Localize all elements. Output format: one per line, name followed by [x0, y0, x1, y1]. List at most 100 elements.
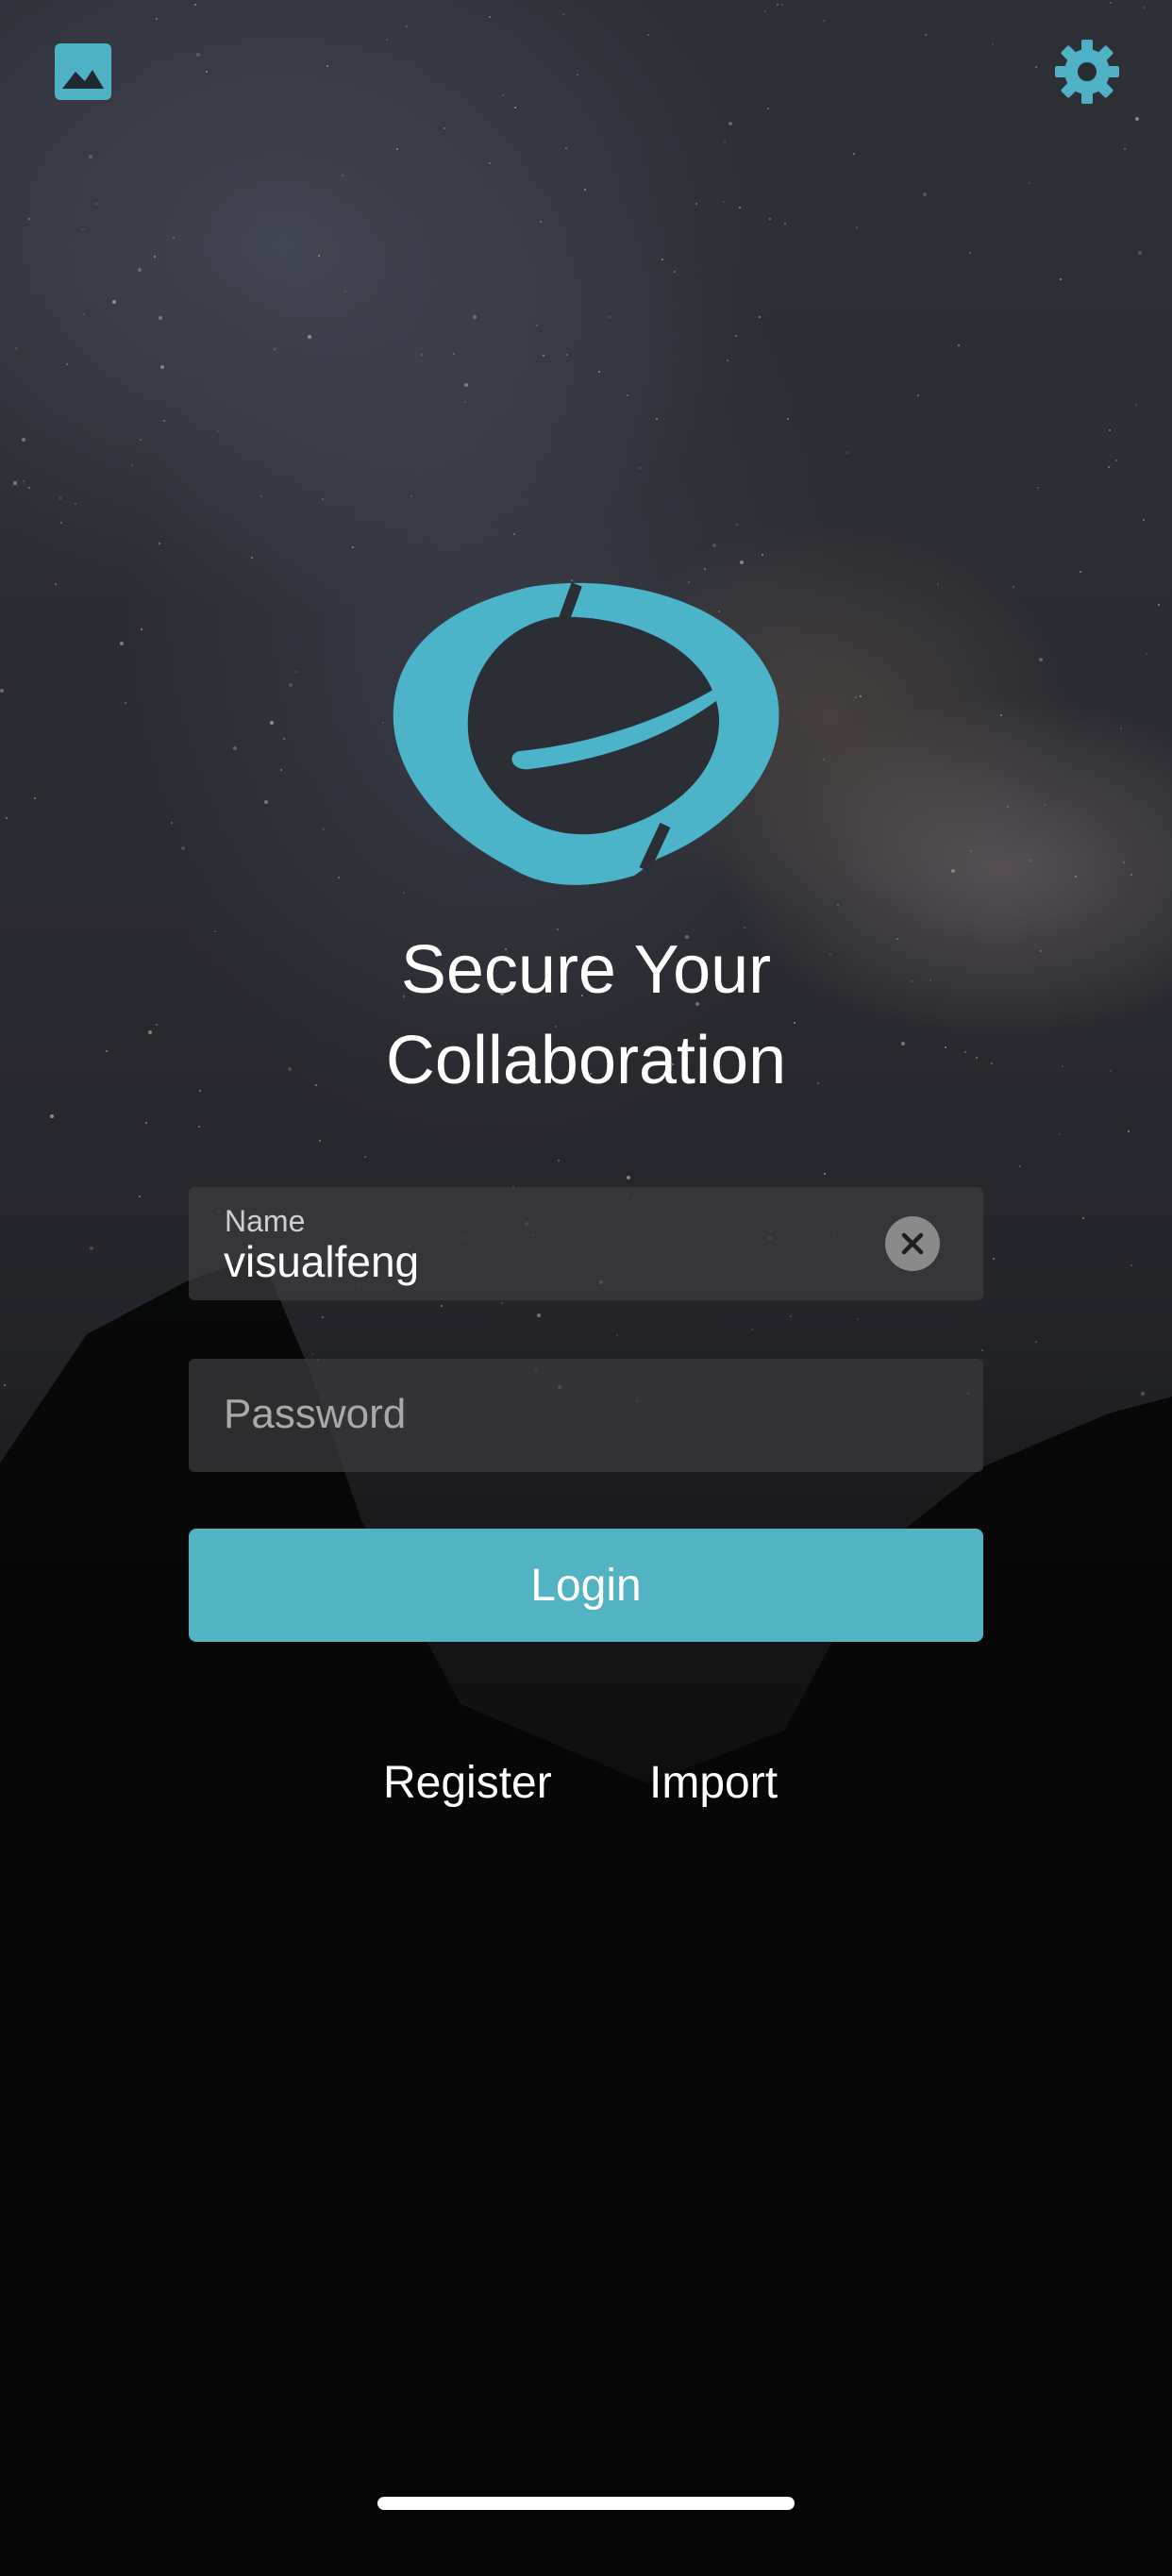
- star: [364, 1156, 366, 1158]
- star: [656, 418, 658, 420]
- name-input[interactable]: visualfeng: [224, 1236, 419, 1287]
- star: [89, 155, 92, 159]
- star: [762, 554, 763, 556]
- star: [159, 543, 160, 544]
- star: [727, 360, 728, 361]
- star: [141, 628, 142, 630]
- star: [0, 689, 4, 693]
- star: [163, 420, 165, 422]
- password-field[interactable]: Password: [189, 1359, 983, 1472]
- star: [856, 226, 858, 228]
- star: [338, 877, 340, 878]
- star: [1037, 487, 1039, 489]
- star: [1080, 571, 1081, 573]
- star: [951, 869, 955, 873]
- password-placeholder: Password: [224, 1391, 407, 1437]
- star: [1124, 148, 1126, 150]
- name-field[interactable]: Name visualfeng: [189, 1187, 983, 1300]
- star: [1019, 1165, 1021, 1167]
- star: [695, 203, 697, 205]
- star: [410, 495, 412, 497]
- star: [156, 18, 158, 20]
- title-line-2: Collaboration: [385, 1023, 787, 1098]
- star: [777, 4, 779, 6]
- star: [846, 452, 848, 454]
- star: [138, 268, 142, 272]
- star: [6, 817, 8, 819]
- star: [1128, 1130, 1130, 1132]
- star: [198, 1126, 200, 1128]
- star: [55, 583, 57, 585]
- star: [66, 363, 68, 365]
- image-icon[interactable]: [53, 42, 113, 102]
- star: [1109, 429, 1111, 431]
- star: [855, 696, 857, 698]
- star: [970, 850, 972, 852]
- star: [160, 365, 164, 369]
- login-label: Login: [530, 1560, 642, 1611]
- star: [82, 228, 84, 230]
- star: [173, 237, 175, 239]
- star: [1059, 1133, 1061, 1135]
- register-link[interactable]: Register: [383, 1757, 552, 1809]
- name-label: Name: [225, 1204, 306, 1238]
- star: [1029, 182, 1030, 184]
- star: [981, 1349, 983, 1351]
- login-button[interactable]: Login: [189, 1529, 983, 1642]
- star: [206, 71, 208, 73]
- star: [311, 1353, 313, 1355]
- star: [352, 546, 354, 548]
- star: [992, 43, 994, 45]
- star: [661, 259, 663, 260]
- star: [537, 1313, 541, 1317]
- star: [598, 371, 600, 373]
- star: [154, 256, 156, 258]
- star: [724, 141, 726, 142]
- star: [473, 315, 477, 319]
- star: [453, 353, 455, 355]
- star: [1110, 2, 1112, 4]
- close-icon[interactable]: [885, 1216, 940, 1271]
- star: [1108, 466, 1110, 468]
- star: [196, 53, 200, 57]
- star: [421, 354, 423, 356]
- star: [969, 252, 971, 254]
- page-title: Secure Your Collaboration: [0, 925, 1172, 1106]
- star: [566, 354, 568, 356]
- star: [274, 348, 276, 350]
- star: [1143, 519, 1145, 521]
- star: [260, 495, 262, 497]
- star: [513, 533, 515, 535]
- star: [233, 746, 237, 750]
- star: [536, 325, 538, 326]
- star: [1035, 1341, 1037, 1343]
- star: [712, 544, 716, 547]
- gear-icon[interactable]: [1053, 38, 1121, 106]
- star: [59, 497, 61, 499]
- star: [406, 25, 408, 27]
- star: [769, 218, 771, 220]
- star: [925, 34, 927, 36]
- import-link[interactable]: Import: [649, 1757, 778, 1809]
- star: [958, 344, 960, 346]
- star: [194, 4, 196, 6]
- star: [728, 122, 732, 125]
- star: [1013, 586, 1014, 588]
- star: [444, 127, 445, 129]
- star: [647, 34, 649, 36]
- star: [1130, 874, 1132, 876]
- star: [28, 218, 30, 220]
- star: [784, 223, 786, 225]
- home-indicator: [377, 2497, 795, 2510]
- star: [1144, 7, 1146, 8]
- star: [577, 74, 578, 75]
- star: [674, 271, 676, 273]
- star: [787, 418, 789, 420]
- star: [781, 4, 783, 6]
- star: [1123, 861, 1125, 863]
- star: [1138, 251, 1142, 255]
- star: [739, 207, 741, 209]
- star: [159, 316, 162, 320]
- star: [90, 1246, 93, 1250]
- star: [1035, 66, 1037, 68]
